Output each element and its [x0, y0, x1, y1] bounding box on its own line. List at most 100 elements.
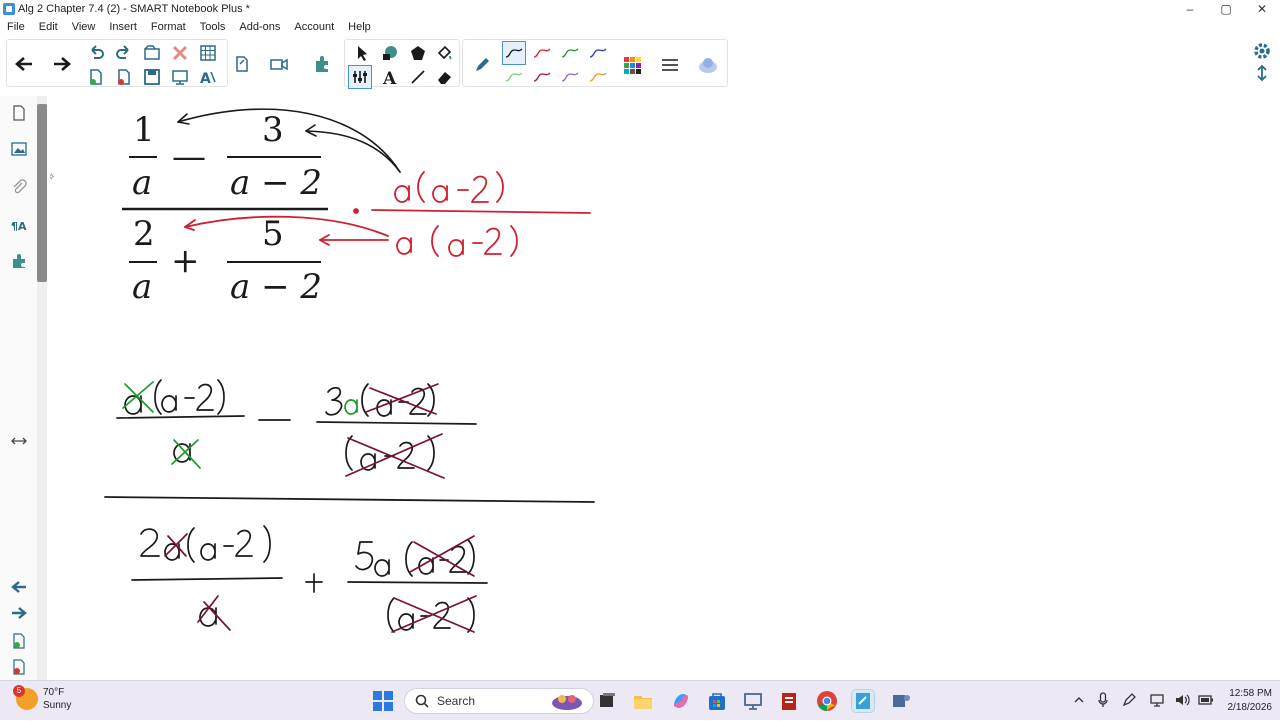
polygon-icon[interactable] — [407, 42, 429, 64]
eraser-icon[interactable] — [433, 66, 455, 88]
attachments-icon[interactable] — [10, 178, 28, 196]
pen-style-maroon[interactable] — [531, 66, 553, 88]
pen-style-red[interactable] — [531, 42, 553, 64]
line-width-icon[interactable] — [659, 54, 681, 76]
toolbar-group-pens — [462, 39, 728, 87]
right-tools — [1250, 40, 1274, 84]
next-page-icon[interactable] — [10, 604, 28, 622]
select-icon[interactable] — [351, 42, 373, 64]
microphone-icon[interactable] — [1097, 691, 1108, 711]
minus-sign: — — [172, 137, 206, 177]
gallery-icon[interactable] — [10, 140, 28, 158]
previous-page-icon[interactable] — [10, 578, 28, 596]
teams-meeting-icon[interactable] — [890, 690, 912, 712]
undo-icon[interactable] — [85, 42, 107, 64]
restore-button[interactable]: ▢ — [1208, 0, 1244, 18]
back-arrow-icon[interactable] — [13, 53, 35, 75]
volume-icon[interactable] — [1174, 693, 1190, 710]
pdf-app-icon[interactable] — [778, 690, 800, 712]
handwritten-simplification[interactable] — [104, 379, 595, 633]
menu-edit[interactable]: Edit — [32, 21, 65, 33]
add-page-icon[interactable] — [10, 632, 28, 650]
date: 2/18/2026 — [1227, 702, 1273, 713]
pen-style-purple[interactable] — [559, 66, 581, 88]
menu-tools[interactable]: Tools — [193, 21, 233, 33]
smart-notebook-taskbar-icon[interactable] — [851, 689, 875, 713]
menu-addons[interactable]: Add-ons — [232, 21, 287, 33]
tray-overflow-chevron-icon[interactable] — [1074, 696, 1084, 707]
color-palette-icon[interactable] — [621, 54, 643, 76]
line-icon[interactable] — [407, 66, 429, 88]
open-icon[interactable] — [141, 42, 163, 64]
sidebar: ¶A — [0, 96, 38, 680]
menu-file[interactable]: File — [0, 21, 32, 33]
pen-style-black[interactable] — [502, 41, 526, 65]
temperature: 70°F — [43, 687, 65, 698]
search-placeholder: Search — [437, 694, 476, 708]
screen-capture-icon[interactable] — [230, 53, 252, 75]
svg-text:¶A: ¶A — [11, 220, 27, 233]
battery-icon[interactable] — [1197, 693, 1214, 710]
text-recognition-icon[interactable]: A — [197, 66, 219, 88]
close-window-button[interactable]: ✕ — [1244, 0, 1280, 18]
minimize-button[interactable]: – — [1172, 0, 1208, 18]
save-icon[interactable] — [141, 66, 163, 88]
weather-widget[interactable]: 5 70°F Sunny — [13, 685, 72, 712]
taskbar: 5 70°F Sunny Search 12:58 PM 2/18/2026 — [0, 680, 1280, 720]
pen-icon[interactable] — [471, 54, 493, 76]
pen-style-orange[interactable] — [587, 66, 609, 88]
redo-icon[interactable] — [113, 42, 135, 64]
pen-menu-icon[interactable] — [1122, 692, 1136, 710]
microsoft-store-icon[interactable] — [706, 690, 728, 712]
sun-icon: 5 — [13, 685, 38, 710]
menu-view[interactable]: View — [65, 21, 103, 33]
copilot-icon[interactable] — [670, 690, 692, 712]
clock[interactable]: 12:58 PM 2/18/2026 — [1228, 687, 1273, 715]
svg-text:A: A — [200, 71, 211, 86]
copilot-promo-icon[interactable] — [550, 690, 584, 712]
network-icon[interactable] — [1149, 693, 1166, 710]
table-icon[interactable] — [197, 42, 219, 64]
pen-style-blue[interactable] — [587, 42, 609, 64]
task-view-icon[interactable] — [596, 690, 618, 712]
fill-effect-icon[interactable] — [697, 54, 719, 76]
page-sorter-icon[interactable] — [10, 104, 28, 122]
file-explorer-icon[interactable] — [632, 690, 654, 712]
forward-arrow-icon[interactable] — [51, 53, 73, 75]
weather-condition: Sunny — [43, 700, 72, 711]
delete-icon[interactable] — [169, 42, 191, 64]
pen-style-green[interactable] — [559, 42, 581, 64]
properties-panel-icon[interactable]: ¶A — [10, 216, 28, 234]
chrome-icon[interactable] — [816, 690, 838, 712]
shapes-icon[interactable] — [379, 42, 401, 64]
text-icon[interactable]: A — [379, 66, 401, 88]
system-tray: 12:58 PM 2/18/2026 — [1074, 681, 1273, 721]
properties-icon[interactable] — [348, 65, 372, 89]
whiteboard-canvas[interactable]: ✧ 1 a — 3 a − 2 2 a + 5 a − 2 — [50, 92, 1280, 680]
pen-style-lightgreen[interactable] — [503, 66, 525, 88]
sidebar-scrollbar[interactable] — [37, 104, 47, 282]
new-page-icon[interactable] — [85, 66, 107, 88]
addons-panel-icon[interactable] — [10, 252, 28, 270]
menu-format[interactable]: Format — [144, 21, 193, 33]
menu-insert[interactable]: Insert — [102, 21, 144, 33]
title-bar: Alg 2 Chapter 7.4 (2) - SMART Notebook P… — [0, 0, 1280, 18]
toolbar-group-main: A — [6, 39, 228, 87]
sidebar-resize-icon[interactable] — [10, 432, 28, 450]
denominator-a-2: a − 2 — [230, 163, 322, 203]
settings-gear-icon[interactable] — [1250, 40, 1274, 62]
screen-shade-icon[interactable] — [169, 66, 191, 88]
toolbar-position-icon[interactable] — [1250, 62, 1274, 84]
addons-icon[interactable] — [312, 53, 334, 75]
menu-account[interactable]: Account — [287, 21, 341, 33]
typed-complex-fraction[interactable]: 1 a — 3 a − 2 2 a + 5 a − 2 — [122, 110, 328, 307]
remote-desktop-icon[interactable] — [742, 690, 764, 712]
start-button[interactable] — [372, 690, 394, 712]
record-icon[interactable] — [268, 53, 290, 75]
delete-page-icon[interactable] — [10, 658, 28, 676]
time: 12:58 PM — [1229, 688, 1272, 699]
fill-icon[interactable] — [433, 42, 455, 64]
menu-help[interactable]: Help — [341, 21, 378, 33]
close-page-icon[interactable] — [113, 66, 135, 88]
denominator-a-2: a − 2 — [230, 267, 322, 307]
